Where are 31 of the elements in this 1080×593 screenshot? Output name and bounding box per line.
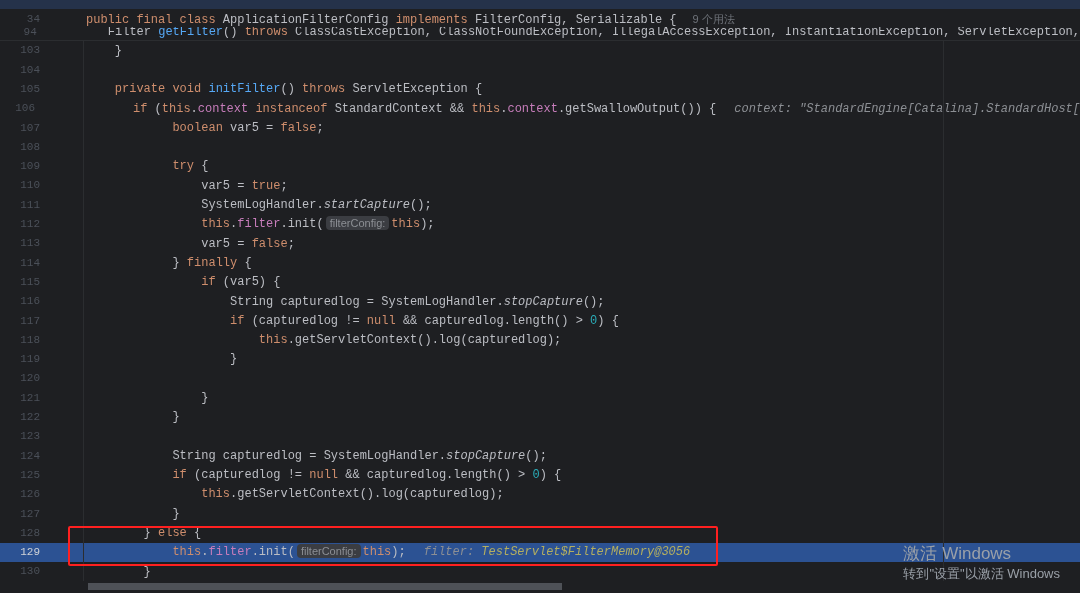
code-line: try { [172, 158, 209, 176]
scrollbar-thumb[interactable] [88, 583, 562, 590]
code-line: if (this.context instanceof StandardContext && this.context.getSwallowOutput()) { [132, 100, 717, 118]
code-line: } [201, 390, 209, 407]
code-line: this.filter.init( filterConfig: this); [201, 215, 435, 234]
code-line: } [230, 351, 238, 369]
inline-value: filter: TestServlet$FilterMemory@3056 [423, 544, 691, 562]
code-line: String capturedlog = SystemLogHandler.stopCapture(); [230, 293, 605, 311]
code-line: if (capturedlog != null && capturedlog.length() > 0) { [230, 312, 619, 330]
code-line: this.filter.init( filterConfig: this); [172, 543, 406, 562]
code-line: SystemLogHandler.startCapture(); [201, 197, 432, 214]
code-line: } finally { [172, 254, 252, 272]
code-line: var5 = false; [201, 235, 295, 253]
code-line: } [172, 409, 180, 427]
code-line: if (var5) { [201, 274, 281, 292]
code-line: boolean var5 = false; [172, 119, 324, 137]
code-line: String capturedlog = SystemLogHandler.stopCapture(); [172, 447, 547, 465]
code-line: } [172, 505, 180, 523]
line-number: 129 [19, 545, 40, 561]
activation-text: 转到"设置"以激活 Windows [903, 564, 1060, 583]
code-line: } [114, 42, 122, 60]
code-line: } [143, 563, 151, 581]
usage-count[interactable]: 9 个用法 [692, 11, 735, 28]
code-line: public final class ApplicationFilterConfig implements FilterConfig, Serializable { [86, 11, 677, 27]
code-line: if (capturedlog != null && capturedlog.length() > 0) { [172, 467, 562, 485]
code-line: var5 = true; [201, 177, 288, 195]
code-line: this.getServletContext().log(capturedlog); [258, 332, 562, 350]
code-line: this.getServletContext().log(capturedlog); [201, 486, 504, 504]
code-line: private void initFilter() throws ServletException { [114, 81, 483, 99]
code-line: Filter getFilter() throws ClassCastException, ClassNotFoundException, IllegalAccessException, InstantiationException, ServletException, [107, 27, 1080, 40]
inline-value: context: "StandardEngine[Catalina].StandardHost[ [734, 100, 1080, 118]
